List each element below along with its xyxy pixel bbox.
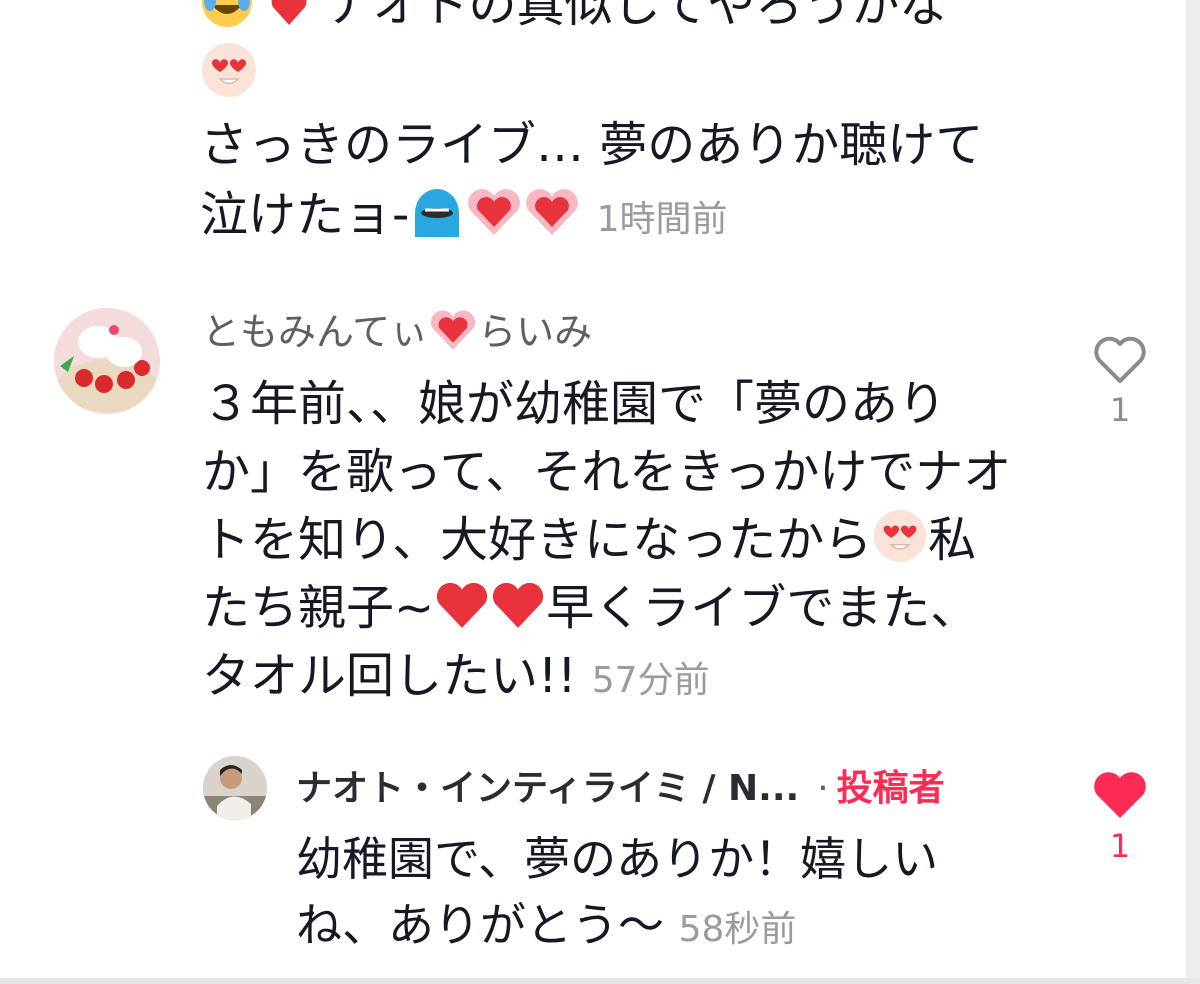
crying-face-emoji-icon (409, 183, 465, 258)
previous-comment-clipped-text: ナオトの真似してやろうかな (324, 0, 948, 33)
previous-comment-clipped-line: ナオトの真似してやろうかな (200, 0, 1060, 40)
red-heart-emoji-icon (434, 580, 490, 650)
reply-like-button[interactable]: 1 (1090, 772, 1150, 866)
reply-avatar-image (203, 756, 267, 820)
reply-timestamp: 58秒前 (678, 909, 797, 950)
reply-line-2-text: ね、ありがとう〜 (296, 898, 664, 952)
heart-eyes-emoji-icon (872, 508, 928, 582)
comment-like-count: 1 (1109, 391, 1131, 429)
reply-like-count: 1 (1109, 827, 1131, 865)
comment-line-4: たち親子~ 早くライブでまた、 (202, 574, 1032, 642)
red-heart-emoji-icon (269, 0, 309, 48)
comment-username-part2: らいみ (478, 310, 593, 354)
comment-line-4-text: たち親子~ (202, 580, 435, 636)
scrollbar-track[interactable] (1186, 0, 1200, 984)
heart-eyes-emoji-icon (200, 41, 258, 118)
comment-line-2: か」を歌って、それをきっかけでナオ (202, 444, 1012, 500)
reply-line-2: ね、ありがとう〜 58秒前 (296, 892, 1056, 958)
comment-line-5-text: タオル回したい!! (202, 648, 577, 704)
sparkling-heart-emoji-icon (428, 307, 478, 368)
avatar-image (54, 308, 160, 414)
comment-username[interactable]: ともみんてぃ らいみ (202, 304, 592, 368)
previous-comment: ナオトの真似してやろうかな さっきのライブ… 夢のありか聴けて 泣けたョ- 1時… (200, 0, 1060, 250)
comment-line-5: タオル回したい!! 57分前 (202, 642, 1032, 710)
previous-comment-line-2: 泣けたョ- 1時間前 (200, 180, 1060, 250)
comment-like-button[interactable]: 1 (1090, 336, 1150, 430)
comment-username-part1: ともみんてぃ (202, 310, 429, 354)
comment-line-1: ３年前、、娘が幼稚園で「夢のあり (202, 376, 947, 432)
reply-avatar[interactable] (203, 756, 267, 820)
sparkling-heart-emoji-icon (465, 185, 523, 258)
reply-separator: · (817, 768, 829, 809)
bottom-divider (0, 978, 1200, 984)
heart-filled-icon (1094, 772, 1146, 818)
reply-line-1: 幼稚園で、夢のありか！嬉しい (296, 832, 939, 886)
comment-text: ３年前、、娘が幼稚園で「夢のあり か」を歌って、それをきっかけでナオ トを知り、… (202, 370, 1032, 710)
comments-panel: ナオトの真似してやろうかな さっきのライブ… 夢のありか聴けて 泣けたョ- 1時… (0, 0, 1200, 984)
comment-line-3-tail: 私 (928, 512, 977, 568)
reply-text: 幼稚園で、夢のありか！嬉しい ね、ありがとう〜 58秒前 (296, 826, 1056, 958)
avatar[interactable] (54, 308, 160, 414)
previous-comment-line-2-text: 泣けたョ- (200, 187, 410, 243)
red-heart-emoji-icon (490, 580, 546, 650)
comment-line-3: トを知り、大好きになったから 私 (202, 506, 1032, 574)
previous-comment-line-1: さっきのライブ… 夢のありか聴けて (200, 117, 984, 173)
comment-line-3-text: トを知り、大好きになったから (202, 512, 873, 568)
previous-comment-timestamp: 1時間前 (596, 199, 728, 240)
comment-timestamp: 57分前 (591, 660, 710, 701)
heart-outline-icon (1094, 336, 1146, 383)
reply-username[interactable]: ナオト・インティライミ / N... (296, 768, 799, 809)
reply-header: ナオト・インティライミ / N... · 投稿者 (296, 763, 945, 815)
previous-comment-emoji-line (200, 40, 1060, 110)
author-badge: 投稿者 (836, 768, 945, 809)
comment-line-4-tail: 早くライブでまた、 (546, 580, 979, 636)
sparkling-heart-emoji-icon (523, 185, 581, 258)
